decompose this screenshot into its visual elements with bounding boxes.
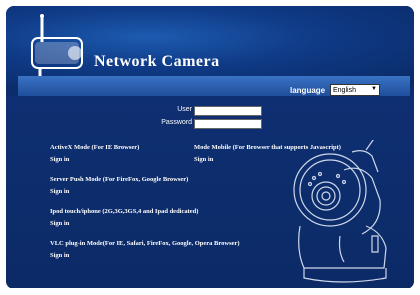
header-banner: Network Camera: [6, 6, 414, 84]
password-label: Password: [161, 119, 192, 126]
language-select[interactable]: English ▼: [330, 84, 380, 96]
page-title: Network Camera: [94, 53, 220, 70]
mobile-sign-in[interactable]: Sign in: [194, 156, 213, 163]
user-input[interactable]: [194, 106, 262, 116]
language-label: language: [290, 86, 326, 95]
page-frame: Network Camera language English ▼ User P…: [6, 6, 414, 289]
vlc-sign-in[interactable]: Sign in: [50, 252, 69, 259]
ptz-camera-icon: [293, 140, 387, 283]
dropdown-arrow-icon: ▼: [371, 86, 377, 92]
activex-mode-title: ActiveX Mode (For IE Browser): [50, 144, 140, 151]
ipod-sign-in[interactable]: Sign in: [50, 220, 69, 227]
ipod-mode-title: Ipod touch/iphone (2G,3G,3GS,4 and Ipad …: [50, 208, 199, 215]
language-selected-value: English: [333, 87, 356, 94]
user-label: User: [177, 106, 192, 113]
password-input[interactable]: [194, 119, 262, 129]
vlc-mode-title: VLC plug-in Mode(For IE, Safari, FireFox…: [50, 240, 240, 247]
camera-icon: [30, 14, 83, 80]
server-push-sign-in[interactable]: Sign in: [50, 188, 69, 195]
bottom-divider: [6, 288, 414, 289]
server-push-mode-title: Server Push Mode (For FireFox, Google Br…: [50, 176, 189, 183]
activex-sign-in[interactable]: Sign in: [50, 156, 69, 163]
